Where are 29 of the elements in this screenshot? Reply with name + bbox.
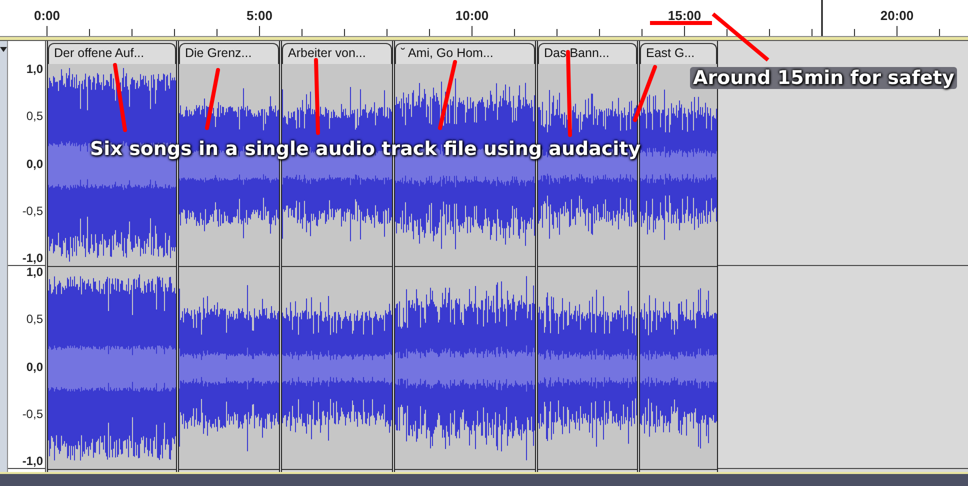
scale-label: -0,5 [22,408,43,421]
scale-label: -1,0 [22,455,43,468]
time-label: 20:00 [880,8,914,23]
scale-label: -0,5 [22,204,43,218]
underline-mark [650,21,712,25]
scale-label: 0,0 [26,360,43,374]
leader-line [205,68,220,130]
clip-title[interactable]: Die Grenz... [179,43,279,64]
clip-title[interactable]: Der offene Auf... [48,43,176,64]
scale-label: 1,0 [26,63,43,76]
time-label: 10:00 [455,8,489,23]
leader-line [633,65,657,122]
clip-title[interactable]: East G... [640,43,717,64]
scale-label: 0,0 [26,158,43,170]
scale-label: 1,0 [26,266,43,279]
time-label: 5:00 [246,8,273,23]
timeline-ruler[interactable]: 0:00 5:00 10:00 15:00 20:00 [0,0,968,36]
scale-label: -1,0 [22,252,43,265]
clip-title[interactable]: ˘ Ami, Go Hom... [395,43,535,64]
clip-title[interactable]: Das Bann... [538,43,637,64]
scale-label: 0,5 [26,110,43,124]
annotation-text: Around 15min for safety [690,67,958,89]
time-label: 15:00 [668,8,702,23]
caret-icon[interactable] [0,47,7,52]
clip-title[interactable]: Arbeiter von... [282,43,392,64]
leader-line [438,60,457,130]
scale-label: 0,5 [26,313,43,326]
time-label: 0:00 [34,8,60,23]
leader-line [113,63,127,132]
